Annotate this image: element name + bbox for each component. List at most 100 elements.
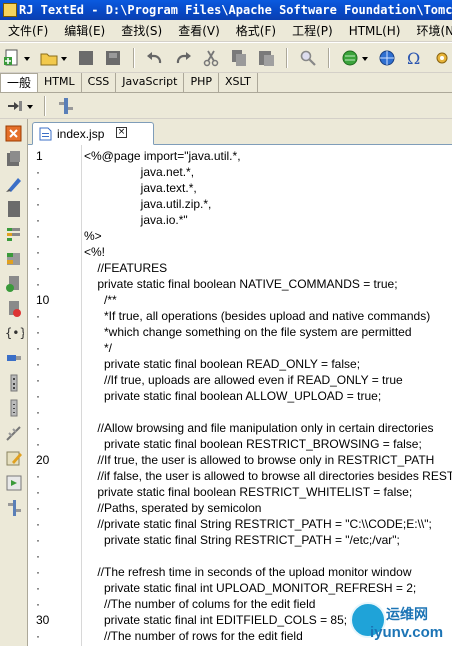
insert-dropdown[interactable] [26, 95, 34, 117]
braces-icon[interactable]: {•} [4, 323, 24, 341]
new-file-dropdown[interactable] [23, 47, 31, 69]
code-line: java.util.zip.*, [84, 197, 212, 211]
line-number: · [36, 597, 40, 611]
code-line: java.net.*, [84, 165, 195, 179]
document-icon[interactable] [4, 200, 24, 218]
preview-icon[interactable] [4, 474, 24, 492]
tab-html[interactable]: HTML [38, 73, 82, 92]
watermark-logo: 运维网 iyunv.com [350, 602, 450, 644]
code-line: %> [84, 229, 102, 243]
file-icon [39, 127, 52, 141]
web-icon[interactable] [376, 47, 398, 69]
line-number: · [36, 517, 40, 531]
settings-icon[interactable] [431, 47, 452, 69]
tag-icon[interactable] [4, 349, 24, 367]
code-line: private static final String RESTRICT_PAT… [84, 533, 400, 547]
app-icon [3, 3, 17, 17]
document-tab[interactable]: index.jsp × [32, 122, 154, 145]
code-line: private static final int EDITFIELD_COLS … [84, 613, 348, 627]
line-number: · [36, 357, 40, 371]
main-toolbar: Ω [0, 43, 452, 73]
menu-view[interactable]: 查看(V) [170, 20, 228, 41]
line-number: · [36, 437, 40, 451]
menu-file[interactable]: 文件(F) [0, 20, 56, 41]
cut-icon[interactable] [200, 47, 222, 69]
menu-environment[interactable]: 环境(N) [408, 20, 452, 41]
line-number: · [36, 629, 40, 643]
tools-icon[interactable] [4, 499, 24, 517]
code-line: //private static final String RESTRICT_P… [84, 517, 432, 531]
undo-icon[interactable] [144, 47, 166, 69]
split-icon[interactable] [55, 95, 77, 117]
menu-edit[interactable]: 编辑(E) [56, 20, 113, 41]
menu-html[interactable]: HTML(H) [341, 20, 409, 41]
code-line: /** [84, 293, 117, 307]
code-line: <%! [84, 245, 106, 259]
code-line: //The refresh time in seconds of the upl… [84, 565, 412, 579]
new-file-icon[interactable] [1, 47, 23, 69]
watermark-text-en: iyunv.com [370, 624, 444, 641]
redo-icon[interactable] [172, 47, 194, 69]
code-line: //If true, uploads are allowed even if R… [84, 373, 403, 387]
window-title: RJ TextEd - D:\Program Files\Apache Soft… [19, 3, 452, 17]
indent-icon[interactable] [4, 374, 24, 392]
toolbar-separator [43, 96, 46, 116]
menu-project[interactable]: 工程(P) [284, 20, 341, 41]
line-number: 1 [36, 149, 43, 163]
line-number: · [36, 261, 40, 275]
clip-toolbar [0, 93, 452, 119]
tab-css[interactable]: CSS [82, 73, 117, 92]
code-line: //If true, the user is allowed to browse… [84, 453, 435, 467]
insert-icon[interactable] [4, 95, 26, 117]
line-number: · [36, 485, 40, 499]
close-tab-icon[interactable]: × [116, 127, 127, 138]
list-icon[interactable] [4, 399, 24, 417]
file-explorer-icon[interactable] [4, 150, 24, 168]
open-folder-icon[interactable] [38, 47, 60, 69]
tab-php[interactable]: PHP [184, 73, 219, 92]
toolbar-separator [133, 48, 136, 68]
tab-general[interactable]: 一般 [0, 73, 39, 92]
copy-icon[interactable] [228, 47, 250, 69]
globe-icon[interactable] [339, 47, 361, 69]
code-line: //FEATURES [84, 261, 168, 275]
omega-icon[interactable]: Ω [403, 47, 425, 69]
code-line: //The number of rows for the edit field [84, 629, 303, 643]
save-icon[interactable] [75, 47, 97, 69]
side-toolbar: {•} [0, 119, 28, 646]
toolbar-separator [286, 48, 289, 68]
code-line: private static final int UPLOAD_MONITOR_… [84, 581, 417, 595]
code-line: private static final boolean READ_ONLY =… [84, 357, 361, 371]
line-number: · [36, 165, 40, 179]
find-icon[interactable] [297, 47, 319, 69]
browser-dropdown[interactable] [361, 47, 369, 69]
remove-document-icon[interactable] [4, 300, 24, 318]
line-number: · [36, 389, 40, 403]
close-panel-icon[interactable] [4, 125, 24, 143]
save-all-icon[interactable] [102, 47, 124, 69]
brush-icon[interactable] [4, 175, 24, 193]
menu-format[interactable]: 格式(F) [228, 20, 284, 41]
line-number: · [36, 565, 40, 579]
code-line: java.io.*" [84, 213, 188, 227]
title-bar: RJ TextEd - D:\Program Files\Apache Soft… [0, 0, 452, 20]
code-editor[interactable]: 1 · · · · · · · · 10 · · · · · · · · · 20 · · · · · · · · · 30 · <%@pa… [28, 145, 452, 646]
open-dropdown[interactable] [60, 47, 68, 69]
paste-icon[interactable] [255, 47, 277, 69]
code-line: <%@page import="java.util.*, [84, 149, 241, 163]
line-number: · [36, 245, 40, 259]
line-number: · [36, 533, 40, 547]
outline-icon[interactable] [4, 225, 24, 243]
code-line: */ [84, 341, 113, 355]
wand-icon[interactable] [4, 424, 24, 442]
edit-icon[interactable] [4, 449, 24, 467]
line-number: · [36, 325, 40, 339]
menu-search[interactable]: 查找(S) [113, 20, 170, 41]
tab-xslt[interactable]: XSLT [219, 73, 258, 92]
svg-text:{•}: {•} [5, 326, 24, 340]
line-number: · [36, 277, 40, 291]
tab-javascript[interactable]: JavaScript [116, 73, 185, 92]
code-area[interactable]: <%@page import="java.util.*, java.net.*,… [84, 145, 452, 646]
add-document-icon[interactable] [4, 275, 24, 293]
project-icon[interactable] [4, 250, 24, 268]
